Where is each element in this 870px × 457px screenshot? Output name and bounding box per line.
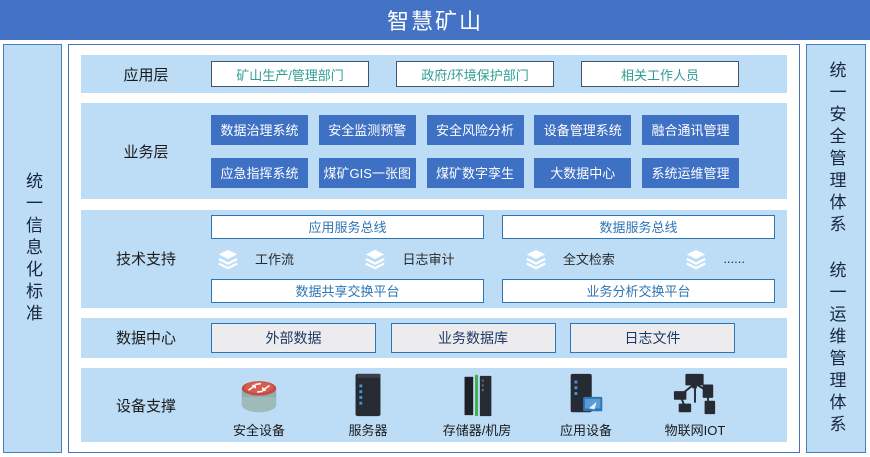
layer-device-support-content: 安全设备 服务器: [211, 372, 787, 439]
layer-business-content: 数据治理系统 安全监测预警 安全风险分析 设备管理系统 融合通讯管理 应急指挥系…: [211, 115, 787, 188]
middleware-label: ......: [723, 251, 745, 266]
layer-data-center-label: 数据中心: [81, 327, 211, 348]
layer-device-support: 设备支撑 安全设备: [81, 368, 787, 442]
device-label: 应用设备: [560, 420, 612, 439]
layer-data-center: 数据中心 外部数据 业务数据库 日志文件: [81, 318, 787, 358]
middleware-label: 工作流: [255, 249, 294, 268]
layer-business: 业务层 数据治理系统 安全监测预警 安全风险分析 设备管理系统 融合通讯管理 应…: [81, 103, 787, 199]
business-box: 煤矿GIS一张图: [319, 158, 416, 188]
middleware-item: 工作流: [217, 248, 294, 270]
business-box: 煤矿数字孪生: [427, 158, 524, 188]
middleware-item: 日志审计: [364, 248, 454, 270]
device-item: 安全设备: [211, 372, 307, 439]
device-label: 物联网IOT: [665, 420, 726, 439]
service-bus-box: 数据服务总线: [502, 215, 775, 239]
application-box: 相关工作人员: [581, 61, 739, 87]
business-box: 融合通讯管理: [642, 115, 739, 145]
middleware-item: ......: [685, 248, 745, 270]
firewall-icon: [236, 374, 282, 418]
layers-icon: [525, 248, 547, 270]
right-pillar-label-ops: 统一运维管理体系: [824, 261, 849, 437]
application-box: 政府/环境保护部门: [396, 61, 554, 87]
device-item: 应用设备: [538, 372, 634, 439]
layers-icon: [685, 248, 707, 270]
platform-box: 业务分析交换平台: [502, 279, 775, 303]
device-label: 安全设备: [233, 420, 285, 439]
layer-tech-support-label: 技术支持: [81, 248, 211, 269]
layer-business-label: 业务层: [81, 141, 211, 162]
platform-row: 数据共享交换平台 业务分析交换平台: [211, 279, 775, 303]
middleware-label: 全文检索: [563, 249, 615, 268]
business-box: 安全风险分析: [427, 115, 524, 145]
business-box: 数据治理系统: [211, 115, 308, 145]
server-icon: [351, 372, 385, 418]
layer-data-center-content: 外部数据 业务数据库 日志文件: [211, 323, 787, 353]
data-box: 业务数据库: [391, 323, 556, 353]
left-pillar-information-standard: 统一信息化标准: [3, 44, 62, 453]
business-box: 应急指挥系统: [211, 158, 308, 188]
middleware-row: 工作流 日志审计: [211, 248, 775, 270]
data-box: 日志文件: [570, 323, 735, 353]
main-panel: 应用层 矿山生产/管理部门 政府/环境保护部门 相关工作人员 业务层 数据治理系…: [68, 44, 800, 453]
platform-box: 数据共享交换平台: [211, 279, 484, 303]
data-box: 外部数据: [211, 323, 376, 353]
iot-icon: [669, 372, 721, 418]
layers-icon: [364, 248, 386, 270]
layer-device-support-label: 设备支撑: [81, 395, 211, 416]
page-title: 智慧矿山: [387, 4, 483, 36]
layers-icon: [217, 248, 239, 270]
service-bus-row: 应用服务总线 数据服务总线: [211, 215, 775, 239]
layer-application-label: 应用层: [81, 64, 211, 85]
storage-icon: [457, 372, 497, 418]
title-banner: 智慧矿山: [0, 0, 870, 40]
business-box: 设备管理系统: [534, 115, 631, 145]
middleware-label: 日志审计: [402, 249, 454, 268]
left-pillar-label: 统一信息化标准: [20, 172, 45, 326]
business-box: 系统运维管理: [642, 158, 739, 188]
layer-tech-support: 技术支持 应用服务总线 数据服务总线 工作流: [81, 210, 787, 308]
business-box: 安全监测预警: [319, 115, 416, 145]
business-row-1: 数据治理系统 安全监测预警 安全风险分析 设备管理系统 融合通讯管理: [211, 115, 739, 145]
device-item: 存储器/机房: [429, 372, 525, 439]
business-row-2: 应急指挥系统 煤矿GIS一张图 煤矿数字孪生 大数据中心 系统运维管理: [211, 158, 739, 188]
app-device-icon: [565, 372, 607, 418]
device-item: 物联网IOT: [647, 372, 743, 439]
layer-tech-support-content: 应用服务总线 数据服务总线 工作流: [211, 215, 787, 303]
application-box: 矿山生产/管理部门: [211, 61, 369, 87]
middleware-item: 全文检索: [525, 248, 615, 270]
right-pillar-management-systems: 统一安全管理体系 统一运维管理体系: [806, 44, 866, 453]
layer-application: 应用层 矿山生产/管理部门 政府/环境保护部门 相关工作人员: [81, 55, 787, 93]
diagram-layout: 统一信息化标准 应用层 矿山生产/管理部门 政府/环境保护部门 相关工作人员 业…: [0, 44, 870, 453]
business-box: 大数据中心: [534, 158, 631, 188]
layer-application-content: 矿山生产/管理部门 政府/环境保护部门 相关工作人员: [211, 61, 787, 87]
right-pillar-label-security: 统一安全管理体系: [824, 61, 849, 237]
device-label: 存储器/机房: [443, 420, 512, 439]
device-item: 服务器: [320, 372, 416, 439]
service-bus-box: 应用服务总线: [211, 215, 484, 239]
device-label: 服务器: [348, 420, 387, 439]
